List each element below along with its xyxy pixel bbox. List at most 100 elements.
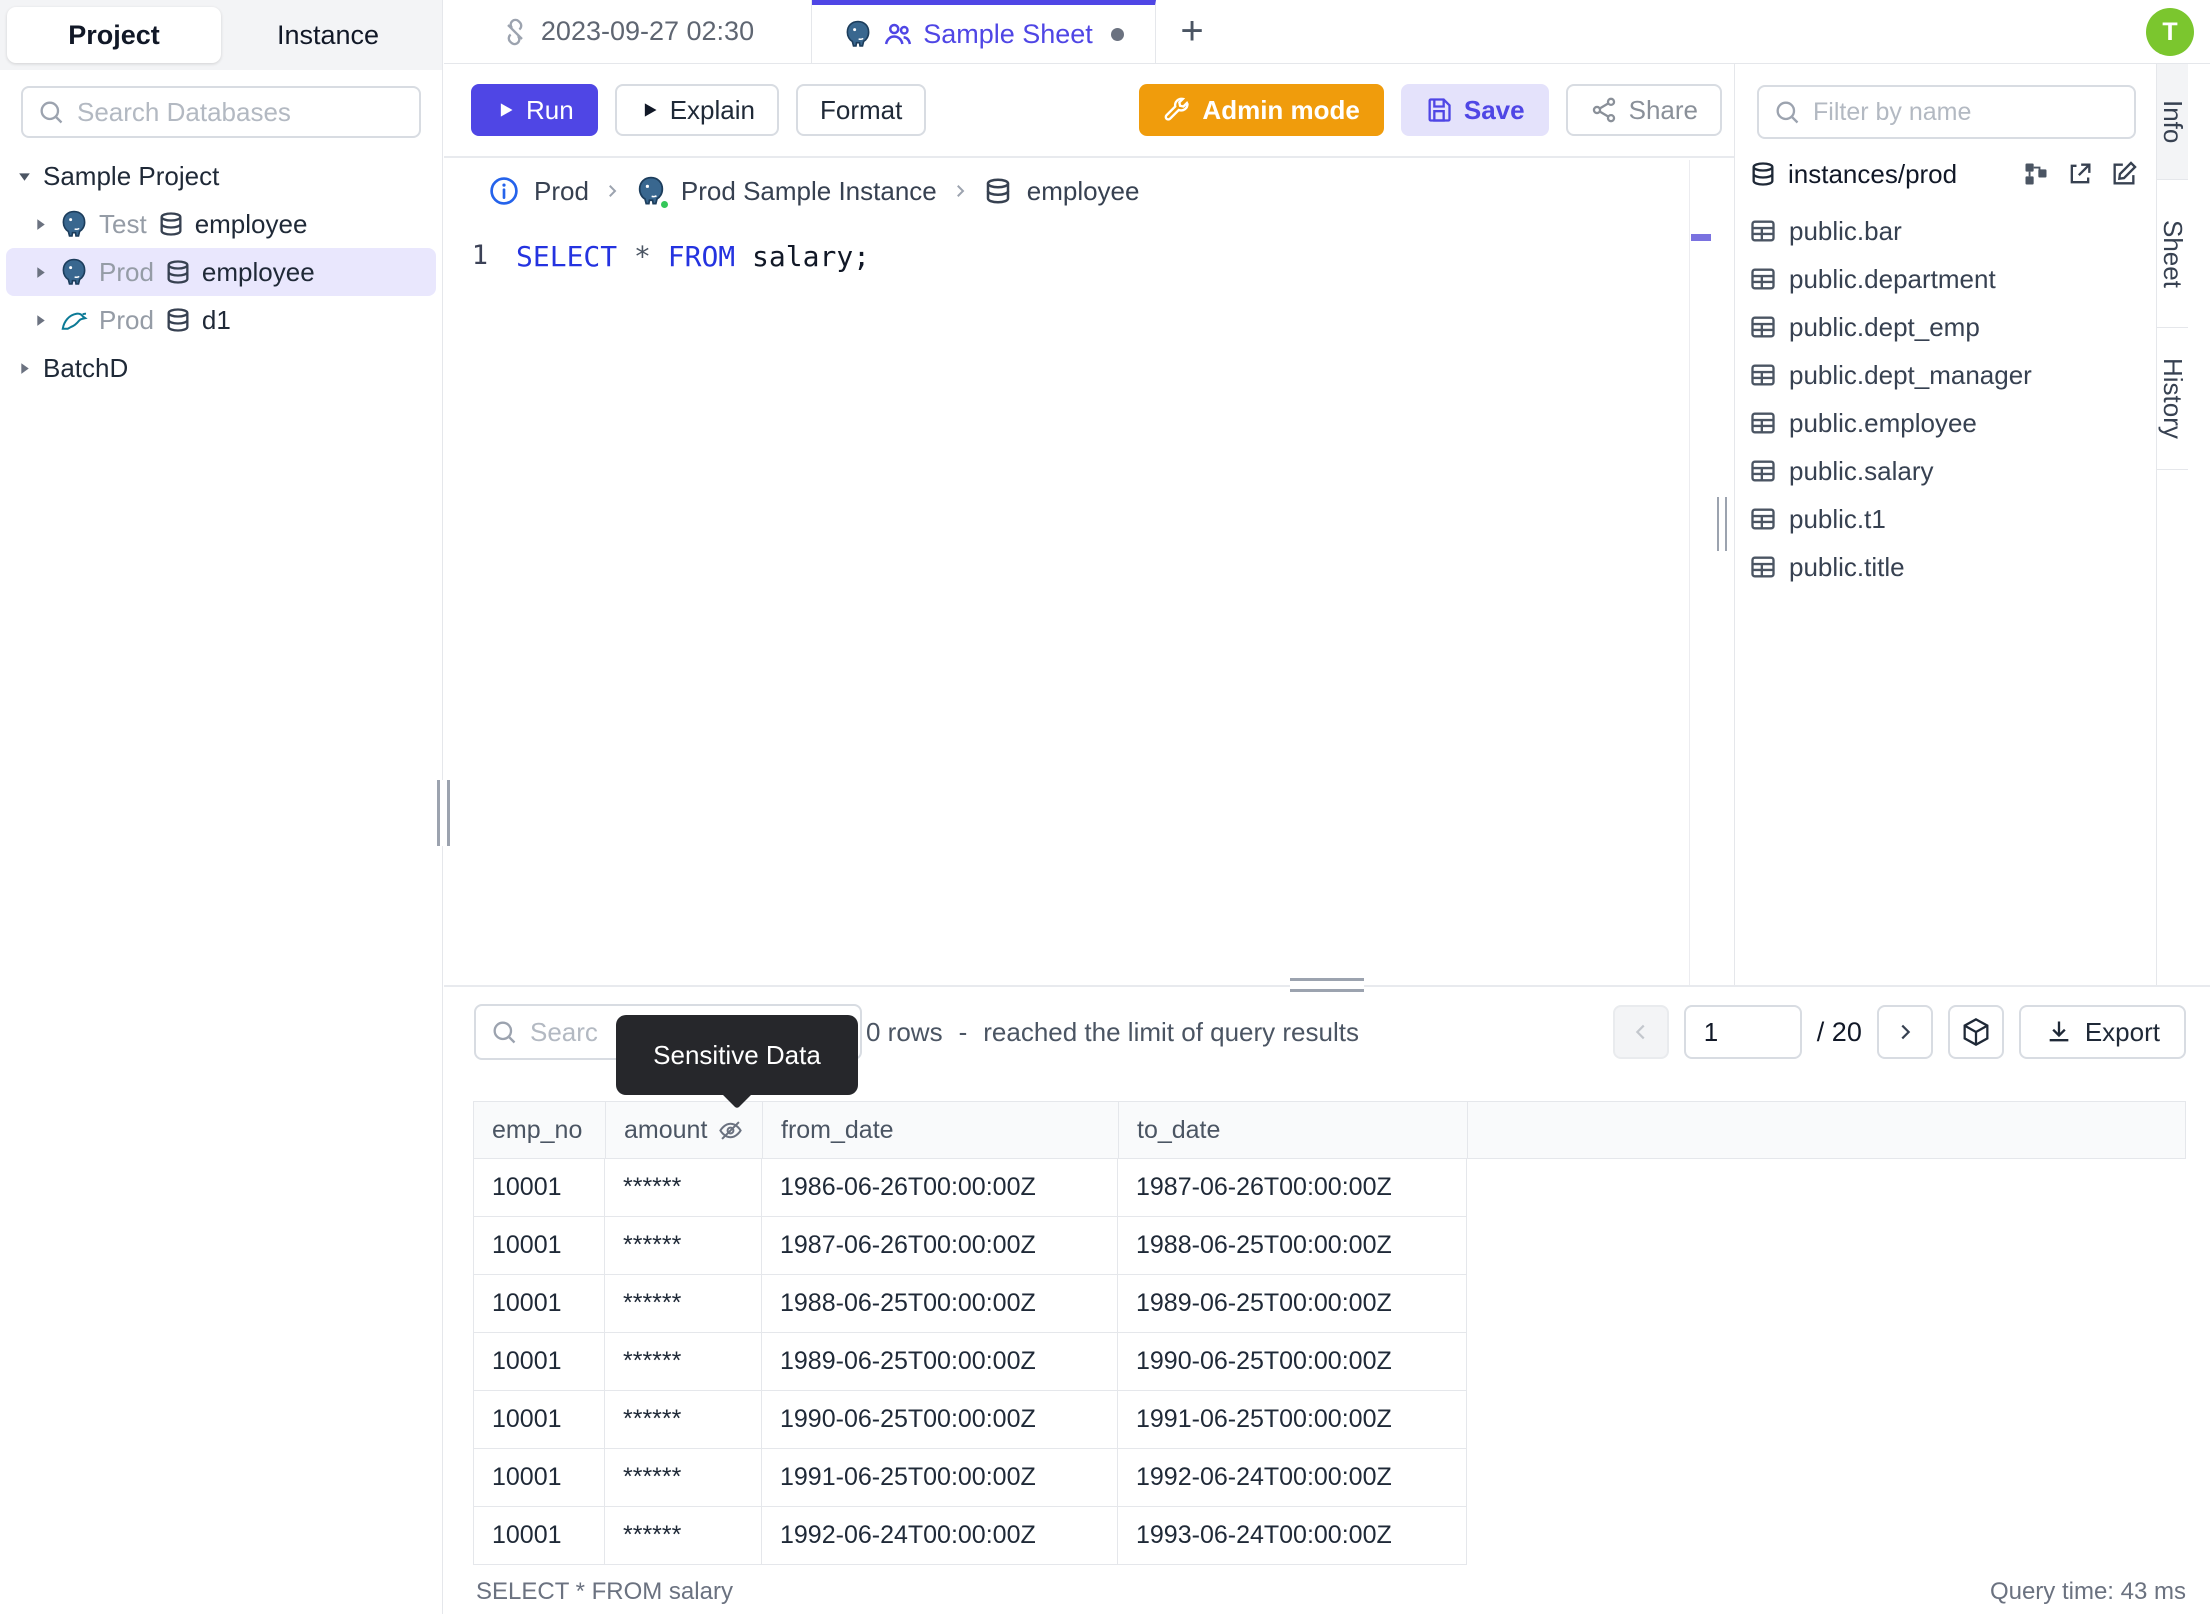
column-header-from-date[interactable]: from_date [763, 1102, 1119, 1158]
cell-to-date[interactable]: 1993-06-24T00:00:00Z [1118, 1507, 1467, 1565]
tab-project[interactable]: Project [7, 7, 221, 63]
cell-to-date[interactable]: 1987-06-26T00:00:00Z [1118, 1159, 1467, 1217]
rail-tab-sheet[interactable]: Sheet [2157, 180, 2188, 328]
save-button[interactable]: Save [1400, 84, 1549, 136]
cell-from-date[interactable]: 1987-06-26T00:00:00Z [762, 1217, 1118, 1275]
cell-amount[interactable]: ****** [605, 1159, 762, 1217]
table-item[interactable]: public.salary [1735, 447, 2156, 495]
table-row[interactable]: 10001 ****** 1989-06-25T00:00:00Z 1990-06-2… [473, 1333, 2186, 1391]
schema-cube-button[interactable] [1947, 1005, 2004, 1059]
tree-item-prod-d1[interactable]: Prod d1 [6, 296, 436, 344]
database-search[interactable] [21, 86, 421, 138]
explain-button[interactable]: Explain [614, 84, 779, 136]
rail-tab-history[interactable]: History [2157, 328, 2188, 470]
cell-emp-no[interactable]: 10001 [473, 1449, 605, 1507]
cell-from-date[interactable]: 1989-06-25T00:00:00Z [762, 1333, 1118, 1391]
schema-diagram-icon[interactable] [2022, 160, 2050, 188]
cell-from-date[interactable]: 1990-06-25T00:00:00Z [762, 1391, 1118, 1449]
cell-to-date[interactable]: 1988-06-25T00:00:00Z [1118, 1217, 1467, 1275]
tree-item-test-employee[interactable]: Test employee [6, 200, 436, 248]
cell-from-date[interactable]: 1992-06-24T00:00:00Z [762, 1507, 1118, 1565]
table-item[interactable]: public.bar [1735, 207, 2156, 255]
column-label: to_date [1137, 1115, 1221, 1144]
cell-from-date[interactable]: 1991-06-25T00:00:00Z [762, 1449, 1118, 1507]
cell-amount[interactable]: ****** [605, 1333, 762, 1391]
tab-sample-sheet-active[interactable]: Sample Sheet [812, 0, 1156, 63]
table-filter-input[interactable] [1813, 97, 2120, 127]
sql-text: salary; [735, 240, 871, 273]
column-header-emp-no[interactable]: emp_no [474, 1102, 606, 1158]
table-row[interactable]: 10001 ****** 1987-06-26T00:00:00Z 1988-06-2… [473, 1217, 2186, 1275]
unlink-icon [507, 18, 523, 45]
breadcrumb-env[interactable]: Prod [534, 176, 589, 207]
postgres-icon [62, 210, 86, 237]
cell-from-date[interactable]: 1986-06-26T00:00:00Z [762, 1159, 1118, 1217]
cell-to-date[interactable]: 1989-06-25T00:00:00Z [1118, 1275, 1467, 1333]
breadcrumb-instance[interactable]: Prod Sample Instance [681, 176, 937, 207]
external-link-icon[interactable] [2066, 160, 2094, 188]
tab-history-sheet[interactable]: 2023-09-27 02:30 [444, 0, 812, 63]
tab-instance[interactable]: Instance [221, 7, 435, 63]
tree-item-prod-employee[interactable]: Prod employee [6, 248, 436, 296]
info-icon[interactable] [488, 175, 520, 207]
cell-emp-no[interactable]: 10001 [473, 1217, 605, 1275]
table-item[interactable]: public.dept_emp [1735, 303, 2156, 351]
prev-page-button[interactable] [1612, 1005, 1669, 1059]
table-item[interactable]: public.title [1735, 543, 2156, 591]
cell-amount[interactable]: ****** [605, 1217, 762, 1275]
new-tab-button[interactable]: + [1156, 0, 1228, 63]
instance-icon-wrap [635, 175, 671, 211]
cell-emp-no[interactable]: 10001 [473, 1333, 605, 1391]
chevron-left-icon [1635, 1024, 1645, 1040]
table-item[interactable]: public.employee [1735, 399, 2156, 447]
cell-to-date[interactable]: 1991-06-25T00:00:00Z [1118, 1391, 1467, 1449]
cell-emp-no[interactable]: 10001 [473, 1159, 605, 1217]
export-button[interactable]: Export [2018, 1005, 2186, 1059]
cell-emp-no[interactable]: 10001 [473, 1391, 605, 1449]
table-row[interactable]: 10001 ****** 1988-06-25T00:00:00Z 1989-06-2… [473, 1275, 2186, 1333]
table-icon [1751, 508, 1775, 530]
instance-path-row: instances/prod [1735, 149, 2156, 199]
cell-to-date[interactable]: 1992-06-24T00:00:00Z [1118, 1449, 1467, 1507]
table-row[interactable]: 10001 ****** 1992-06-24T00:00:00Z 1993-06-2… [473, 1507, 2186, 1565]
table-icon [1751, 268, 1775, 290]
user-avatar[interactable]: T [2146, 8, 2194, 56]
chevron-right-icon [956, 185, 965, 197]
rail-tab-info[interactable]: Info [2157, 64, 2188, 180]
table-row[interactable]: 10001 ****** 1991-06-25T00:00:00Z 1992-06-2… [473, 1449, 2186, 1507]
table-item-label: public.department [1789, 263, 1996, 294]
breadcrumb-database[interactable]: employee [1027, 176, 1140, 207]
sql-editor[interactable]: 1 SELECT * FROM salary; [444, 224, 1734, 273]
column-header-amount[interactable]: amount [606, 1102, 763, 1158]
sidebar-resize-handle[interactable] [437, 780, 450, 846]
cell-amount[interactable]: ****** [605, 1275, 762, 1333]
database-search-input[interactable] [77, 96, 405, 128]
edit-icon[interactable] [2110, 160, 2138, 188]
column-header-to-date[interactable]: to_date [1119, 1102, 1468, 1158]
tree-item-sample-project[interactable]: Sample Project [0, 152, 442, 200]
table-item[interactable]: public.t1 [1735, 495, 2156, 543]
cell-to-date[interactable]: 1990-06-25T00:00:00Z [1118, 1333, 1467, 1391]
tree-item-batchd[interactable]: BatchD [0, 344, 442, 392]
cell-amount[interactable]: ****** [605, 1449, 762, 1507]
table-row[interactable]: 10001 ****** 1990-06-25T00:00:00Z 1991-06-2… [473, 1391, 2186, 1449]
table-item[interactable]: public.department [1735, 255, 2156, 303]
cell-amount[interactable]: ****** [605, 1507, 762, 1565]
format-button[interactable]: Format [795, 84, 927, 136]
cell-emp-no[interactable]: 10001 [473, 1275, 605, 1333]
cell-from-date[interactable]: 1988-06-25T00:00:00Z [762, 1275, 1118, 1333]
next-page-button[interactable] [1876, 1005, 1933, 1059]
results-table-body: 10001 ****** 1986-06-26T00:00:00Z 1987-06-2… [473, 1159, 2186, 1565]
results-summary: 0 rows - reached the limit of query resu… [866, 1017, 1359, 1048]
share-button[interactable]: Share [1565, 84, 1722, 136]
table-row[interactable]: 10001 ****** 1986-06-26T00:00:00Z 1987-06-2… [473, 1159, 2186, 1217]
cell-emp-no[interactable]: 10001 [473, 1507, 605, 1565]
schema-sidebar-resize-handle[interactable] [1717, 497, 1727, 551]
page-number-input[interactable] [1683, 1005, 1802, 1059]
table-filter[interactable] [1757, 85, 2136, 139]
run-button[interactable]: Run [471, 84, 598, 136]
admin-mode-button[interactable]: Admin mode [1139, 84, 1384, 136]
panel-resize-handle[interactable] [1290, 978, 1364, 992]
table-item[interactable]: public.dept_manager [1735, 351, 2156, 399]
cell-amount[interactable]: ****** [605, 1391, 762, 1449]
